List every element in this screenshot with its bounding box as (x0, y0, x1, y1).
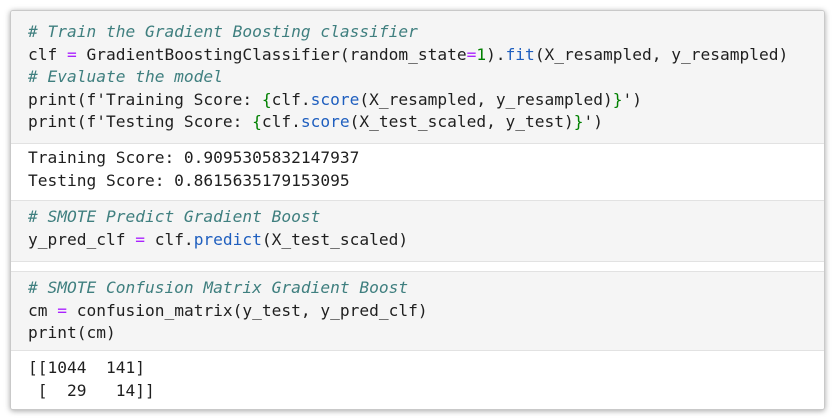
output-line: Testing Score: 0.8615635179153095 (28, 170, 824, 193)
code-cell-train-evaluate[interactable]: # Train the Gradient Boosting classifier… (11, 11, 824, 143)
code-token: clf (28, 44, 67, 64)
code-cell-predict[interactable]: # SMOTE Predict Gradient Boost y_pred_clf… (11, 201, 824, 261)
code-token: # SMOTE Predict Gradient Boost (28, 207, 321, 226)
code-token: { (252, 112, 262, 131)
code-line: cm = confusion_matrix(y_test, y_pred_clf… (28, 300, 824, 323)
output-cell-confusion-matrix: [[1044 141] [ 29 14]] (11, 351, 824, 409)
code-token: ') (583, 112, 604, 131)
code-token: 1 (476, 44, 487, 64)
code-token: = (66, 44, 77, 64)
code-line: y_pred_clf = clf.predict(X_test_scaled) (28, 229, 824, 252)
code-token: Testing Score: 0.8615635179153095 (28, 170, 350, 190)
code-token: (X_test_scaled) (261, 229, 409, 249)
code-token: [ 29 14]] (28, 380, 155, 400)
empty-output-area (11, 262, 824, 271)
code-token: (X_resampled, y_resampled) (534, 44, 789, 64)
code-token: # Evaluate the model (28, 67, 223, 86)
code-token: [[1044 141] (28, 358, 145, 377)
code-token: (X_resampled, y_resampled) (359, 89, 613, 109)
code-token: y_pred_clf (28, 229, 136, 249)
code-token: Training Score: 0.9095305832147937 (28, 148, 360, 167)
code-line: # Evaluate the model (28, 66, 824, 89)
code-token: # Train the Gradient Boosting classifier (28, 22, 418, 41)
code-line: # Train the Gradient Boosting classifier (28, 21, 824, 44)
code-token: print(f'Training Score: (28, 89, 262, 109)
code-token: ). (486, 44, 506, 64)
output-line: [[1044 141] (28, 357, 824, 380)
code-line: # SMOTE Predict Gradient Boost (28, 206, 824, 229)
code-token: ') (622, 89, 643, 109)
code-token: { (261, 89, 272, 109)
output-cell-scores: Training Score: 0.9095305832147937 Testin… (11, 144, 824, 200)
code-token: print(f'Testing Score: (28, 112, 253, 131)
code-token: cm (28, 300, 58, 320)
code-token: } (573, 112, 584, 131)
code-token: = (466, 44, 477, 64)
output-line: [ 29 14]] (28, 380, 824, 403)
code-token: } (612, 89, 623, 109)
output-line: Training Score: 0.9095305832147937 (28, 147, 824, 170)
code-token: confusion_matrix(y_test, y_pred_clf) (67, 300, 428, 320)
code-line: # SMOTE Confusion Matrix Gradient Boost (28, 277, 824, 300)
code-token: clf. (261, 112, 301, 131)
code-line: print(f'Testing Score: {clf.score(X_test… (28, 111, 824, 134)
code-token: = (135, 229, 145, 249)
code-cell-confusion-matrix[interactable]: # SMOTE Confusion Matrix Gradient Boost c… (11, 272, 824, 350)
code-token: clf. (144, 229, 194, 249)
code-line: print(cm) (28, 322, 824, 345)
code-line: print(f'Training Score: {clf.score(X_res… (28, 89, 824, 112)
code-token: score (300, 112, 350, 131)
code-token: print(cm) (28, 323, 116, 342)
code-token: predict (193, 229, 262, 249)
code-token: GradientBoostingClassifier(random_state (76, 44, 467, 64)
code-token: = (57, 300, 67, 320)
notebook-screenshot: # Train the Gradient Boosting classifier… (10, 10, 825, 410)
code-token: (X_test_scaled, y_test) (349, 112, 574, 131)
code-token: clf. (271, 89, 311, 109)
code-token: fit (505, 44, 535, 64)
code-token: score (310, 89, 360, 109)
code-token: # SMOTE Confusion Matrix Gradient Boost (28, 278, 409, 297)
code-line: clf = GradientBoostingClassifier(random_… (28, 44, 824, 67)
